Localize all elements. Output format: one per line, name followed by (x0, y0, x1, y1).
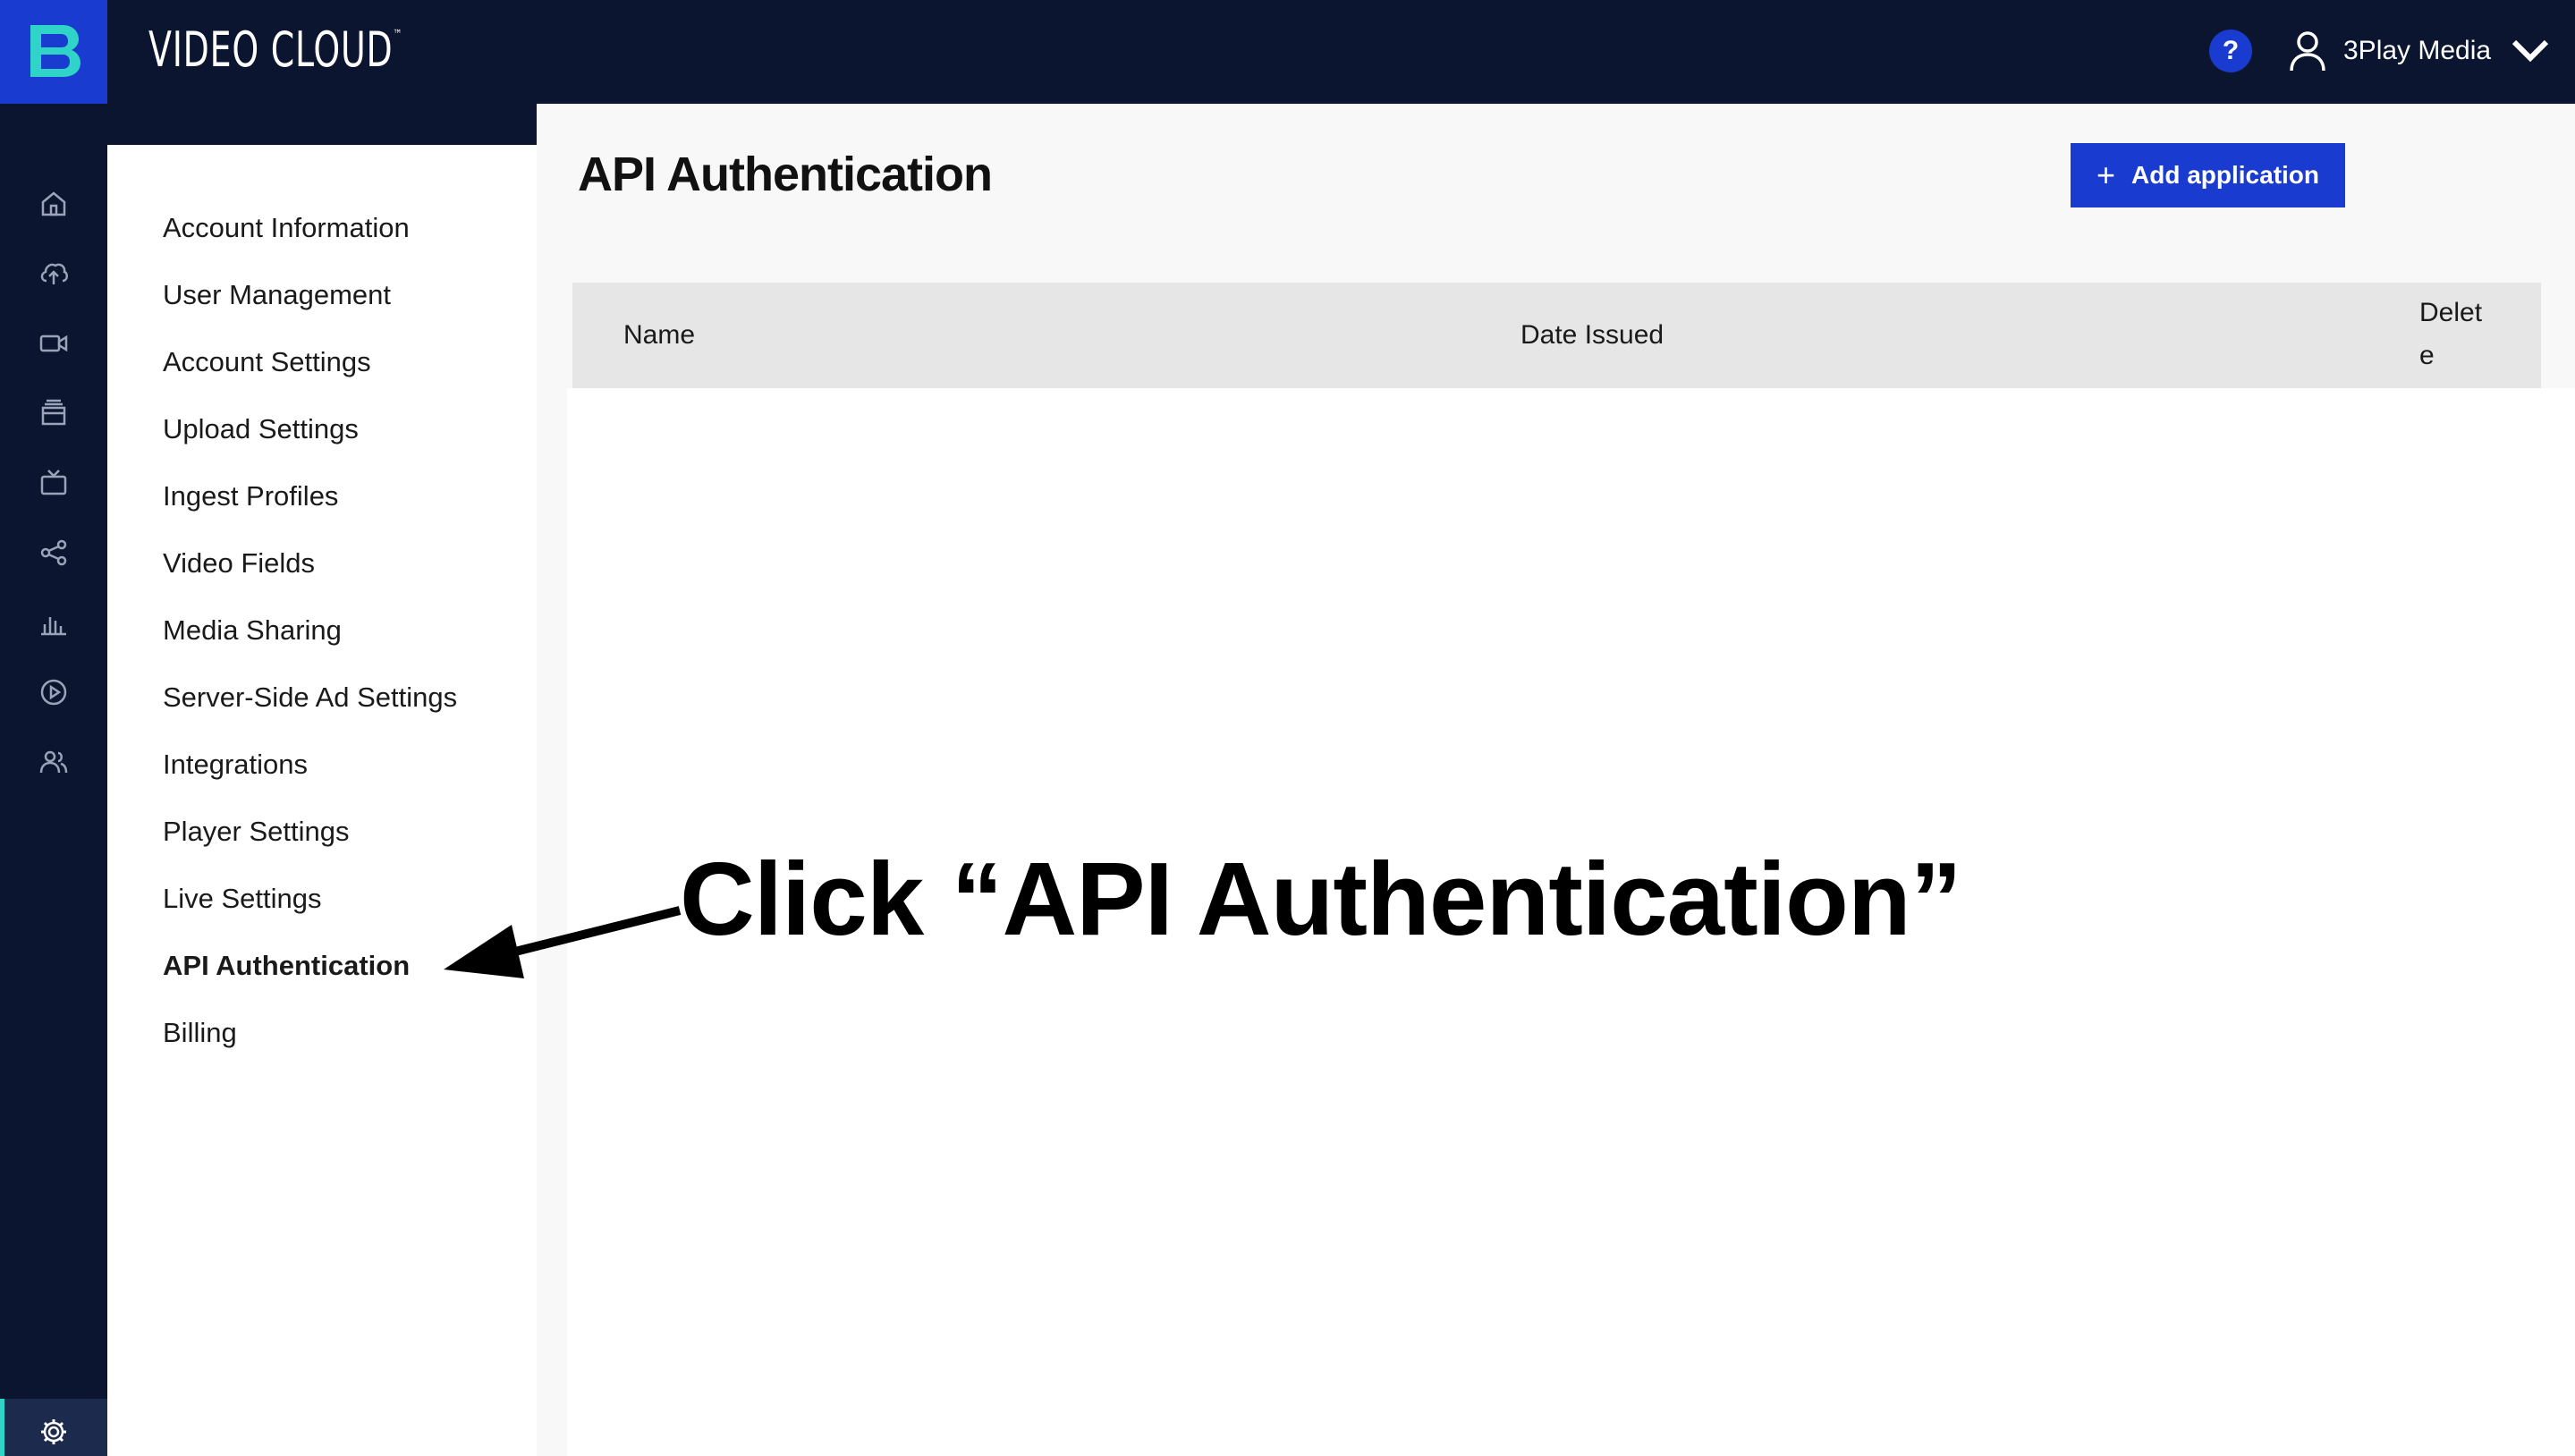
nav-item-server-side-ad-settings[interactable]: Server-Side Ad Settings (163, 680, 457, 715)
user-icon (2290, 31, 2325, 72)
upload-icon[interactable] (38, 258, 70, 290)
annotation-callout: Click “API Authentication” (680, 841, 1962, 957)
media-library-icon[interactable] (38, 397, 70, 429)
add-application-button[interactable]: + Add application (2071, 143, 2345, 207)
column-header-name[interactable]: Name (623, 314, 695, 357)
video-camera-icon[interactable] (38, 327, 70, 360)
plus-icon: + (2096, 157, 2116, 193)
top-bar: VIDEO CLOUD™ ? 3Play Media (0, 0, 2575, 104)
nav-item-upload-settings[interactable]: Upload Settings (163, 411, 359, 447)
user-name: 3Play Media (2343, 36, 2492, 65)
nav-item-billing[interactable]: Billing (163, 1015, 237, 1051)
user-menu[interactable]: 3Play Media (2288, 25, 2550, 77)
nav-item-account-information[interactable]: Account Information (163, 210, 410, 246)
nav-item-player-settings[interactable]: Player Settings (163, 814, 350, 850)
social-share-icon[interactable] (38, 537, 70, 569)
column-header-date-issued[interactable]: Date Issued (1520, 314, 1664, 357)
live-tv-icon[interactable] (38, 467, 70, 499)
column-header-delete: Delete (2419, 298, 2483, 370)
players-icon[interactable] (38, 676, 70, 708)
app-title: VIDEO CLOUD™ (148, 21, 403, 78)
settings-nav: Account Information User Management Acco… (107, 145, 537, 1456)
table-header: Name Date Issued Delete (572, 283, 2541, 388)
analytics-icon[interactable] (38, 606, 70, 639)
chevron-down-icon (2511, 39, 2549, 63)
annotation-arrow (444, 906, 682, 978)
nav-item-api-authentication[interactable]: API Authentication (163, 948, 410, 984)
add-application-label: Add application (2131, 161, 2320, 189)
nav-item-live-settings[interactable]: Live Settings (163, 881, 322, 917)
left-rail (0, 104, 107, 1456)
nav-item-ingest-profiles[interactable]: Ingest Profiles (163, 478, 338, 514)
nav-item-integrations[interactable]: Integrations (163, 747, 308, 783)
page-title: API Authentication (578, 148, 993, 201)
gear-icon[interactable] (38, 1416, 70, 1448)
audience-icon[interactable] (38, 746, 70, 778)
home-icon[interactable] (38, 188, 70, 220)
nav-item-video-fields[interactable]: Video Fields (163, 546, 315, 581)
nav-item-media-sharing[interactable]: Media Sharing (163, 613, 342, 648)
nav-item-user-management[interactable]: User Management (163, 277, 391, 313)
brightcove-logo[interactable] (0, 0, 107, 104)
help-button[interactable]: ? (2209, 30, 2252, 72)
main-content: API Authentication + Add application Nam… (537, 104, 2575, 1456)
brightcove-logo-icon (30, 25, 80, 77)
nav-item-account-settings[interactable]: Account Settings (163, 344, 371, 380)
